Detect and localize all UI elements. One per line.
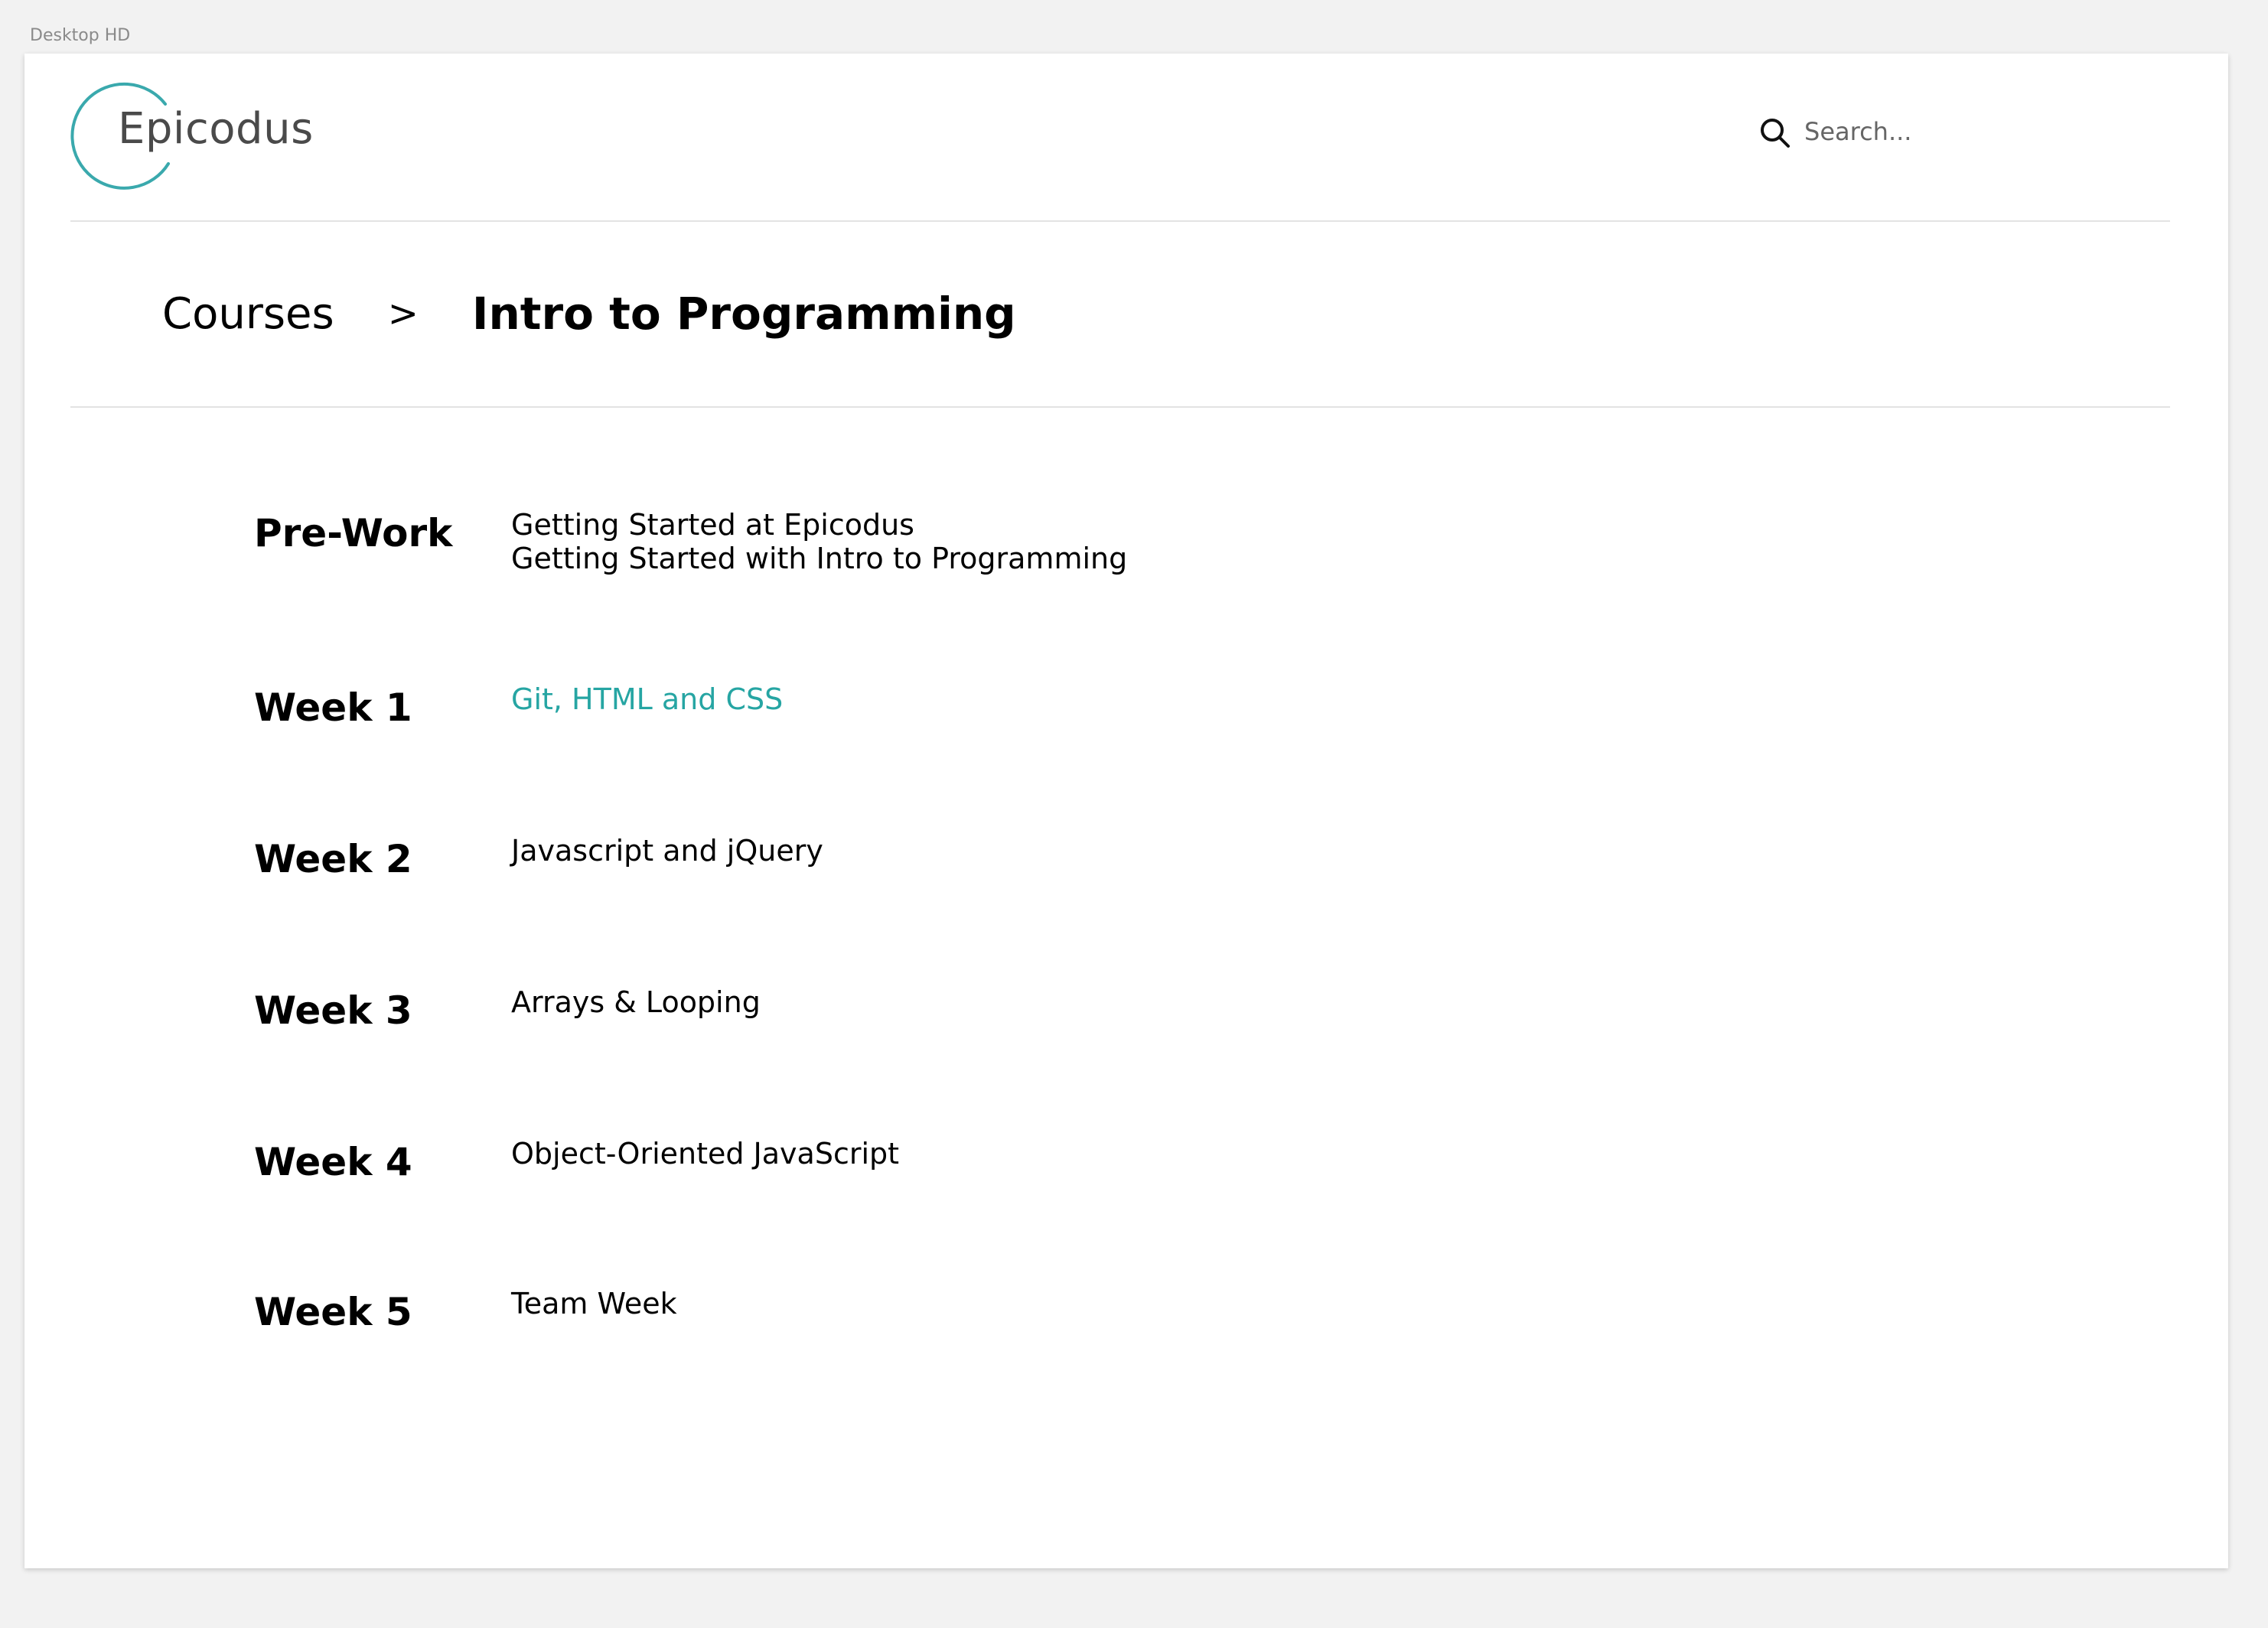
page-frame: Epicodus Courses > Intro to Programming … bbox=[24, 54, 2228, 1568]
lesson-list: Arrays & Looping bbox=[511, 985, 761, 1019]
lesson-list: Getting Started at Epicodus Getting Star… bbox=[511, 508, 1127, 575]
breadcrumb-courses-link[interactable]: Courses bbox=[162, 289, 334, 339]
lesson-list: Javascript and jQuery bbox=[511, 834, 823, 868]
week-title: Week 5 bbox=[254, 1290, 412, 1334]
lesson-link[interactable]: Team Week bbox=[511, 1287, 677, 1320]
lesson-link[interactable]: Javascript and jQuery bbox=[511, 834, 823, 868]
week-title: Week 2 bbox=[254, 837, 412, 881]
artboard-label: Desktop HD bbox=[30, 26, 131, 45]
search-bar bbox=[1758, 109, 2187, 155]
week-title: Week 1 bbox=[254, 685, 412, 730]
lesson-link[interactable]: Arrays & Looping bbox=[511, 985, 761, 1019]
lesson-link[interactable]: Getting Started with Intro to Programmin… bbox=[511, 542, 1127, 575]
week-title: Week 3 bbox=[254, 988, 412, 1033]
breadcrumb-divider bbox=[70, 406, 2170, 408]
logo-text: Epicodus bbox=[118, 104, 314, 154]
week-title: Week 4 bbox=[254, 1140, 412, 1184]
search-input[interactable] bbox=[1804, 109, 2172, 155]
epicodus-logo[interactable]: Epicodus bbox=[70, 80, 315, 194]
week-title: Pre-Work bbox=[254, 511, 453, 555]
lesson-list: Object-Oriented JavaScript bbox=[511, 1137, 899, 1171]
breadcrumb-current-page: Intro to Programming bbox=[471, 288, 1016, 340]
breadcrumb-separator: > bbox=[387, 292, 419, 335]
header-divider bbox=[70, 220, 2170, 222]
lesson-list: Git, HTML and CSS bbox=[511, 682, 783, 716]
lesson-list: Team Week bbox=[511, 1287, 677, 1320]
lesson-link-active[interactable]: Git, HTML and CSS bbox=[511, 682, 783, 716]
lesson-link[interactable]: Getting Started at Epicodus bbox=[511, 508, 1127, 542]
breadcrumb: Courses > Intro to Programming bbox=[162, 283, 1016, 344]
search-icon[interactable] bbox=[1758, 116, 1792, 150]
lesson-link[interactable]: Object-Oriented JavaScript bbox=[511, 1137, 899, 1171]
